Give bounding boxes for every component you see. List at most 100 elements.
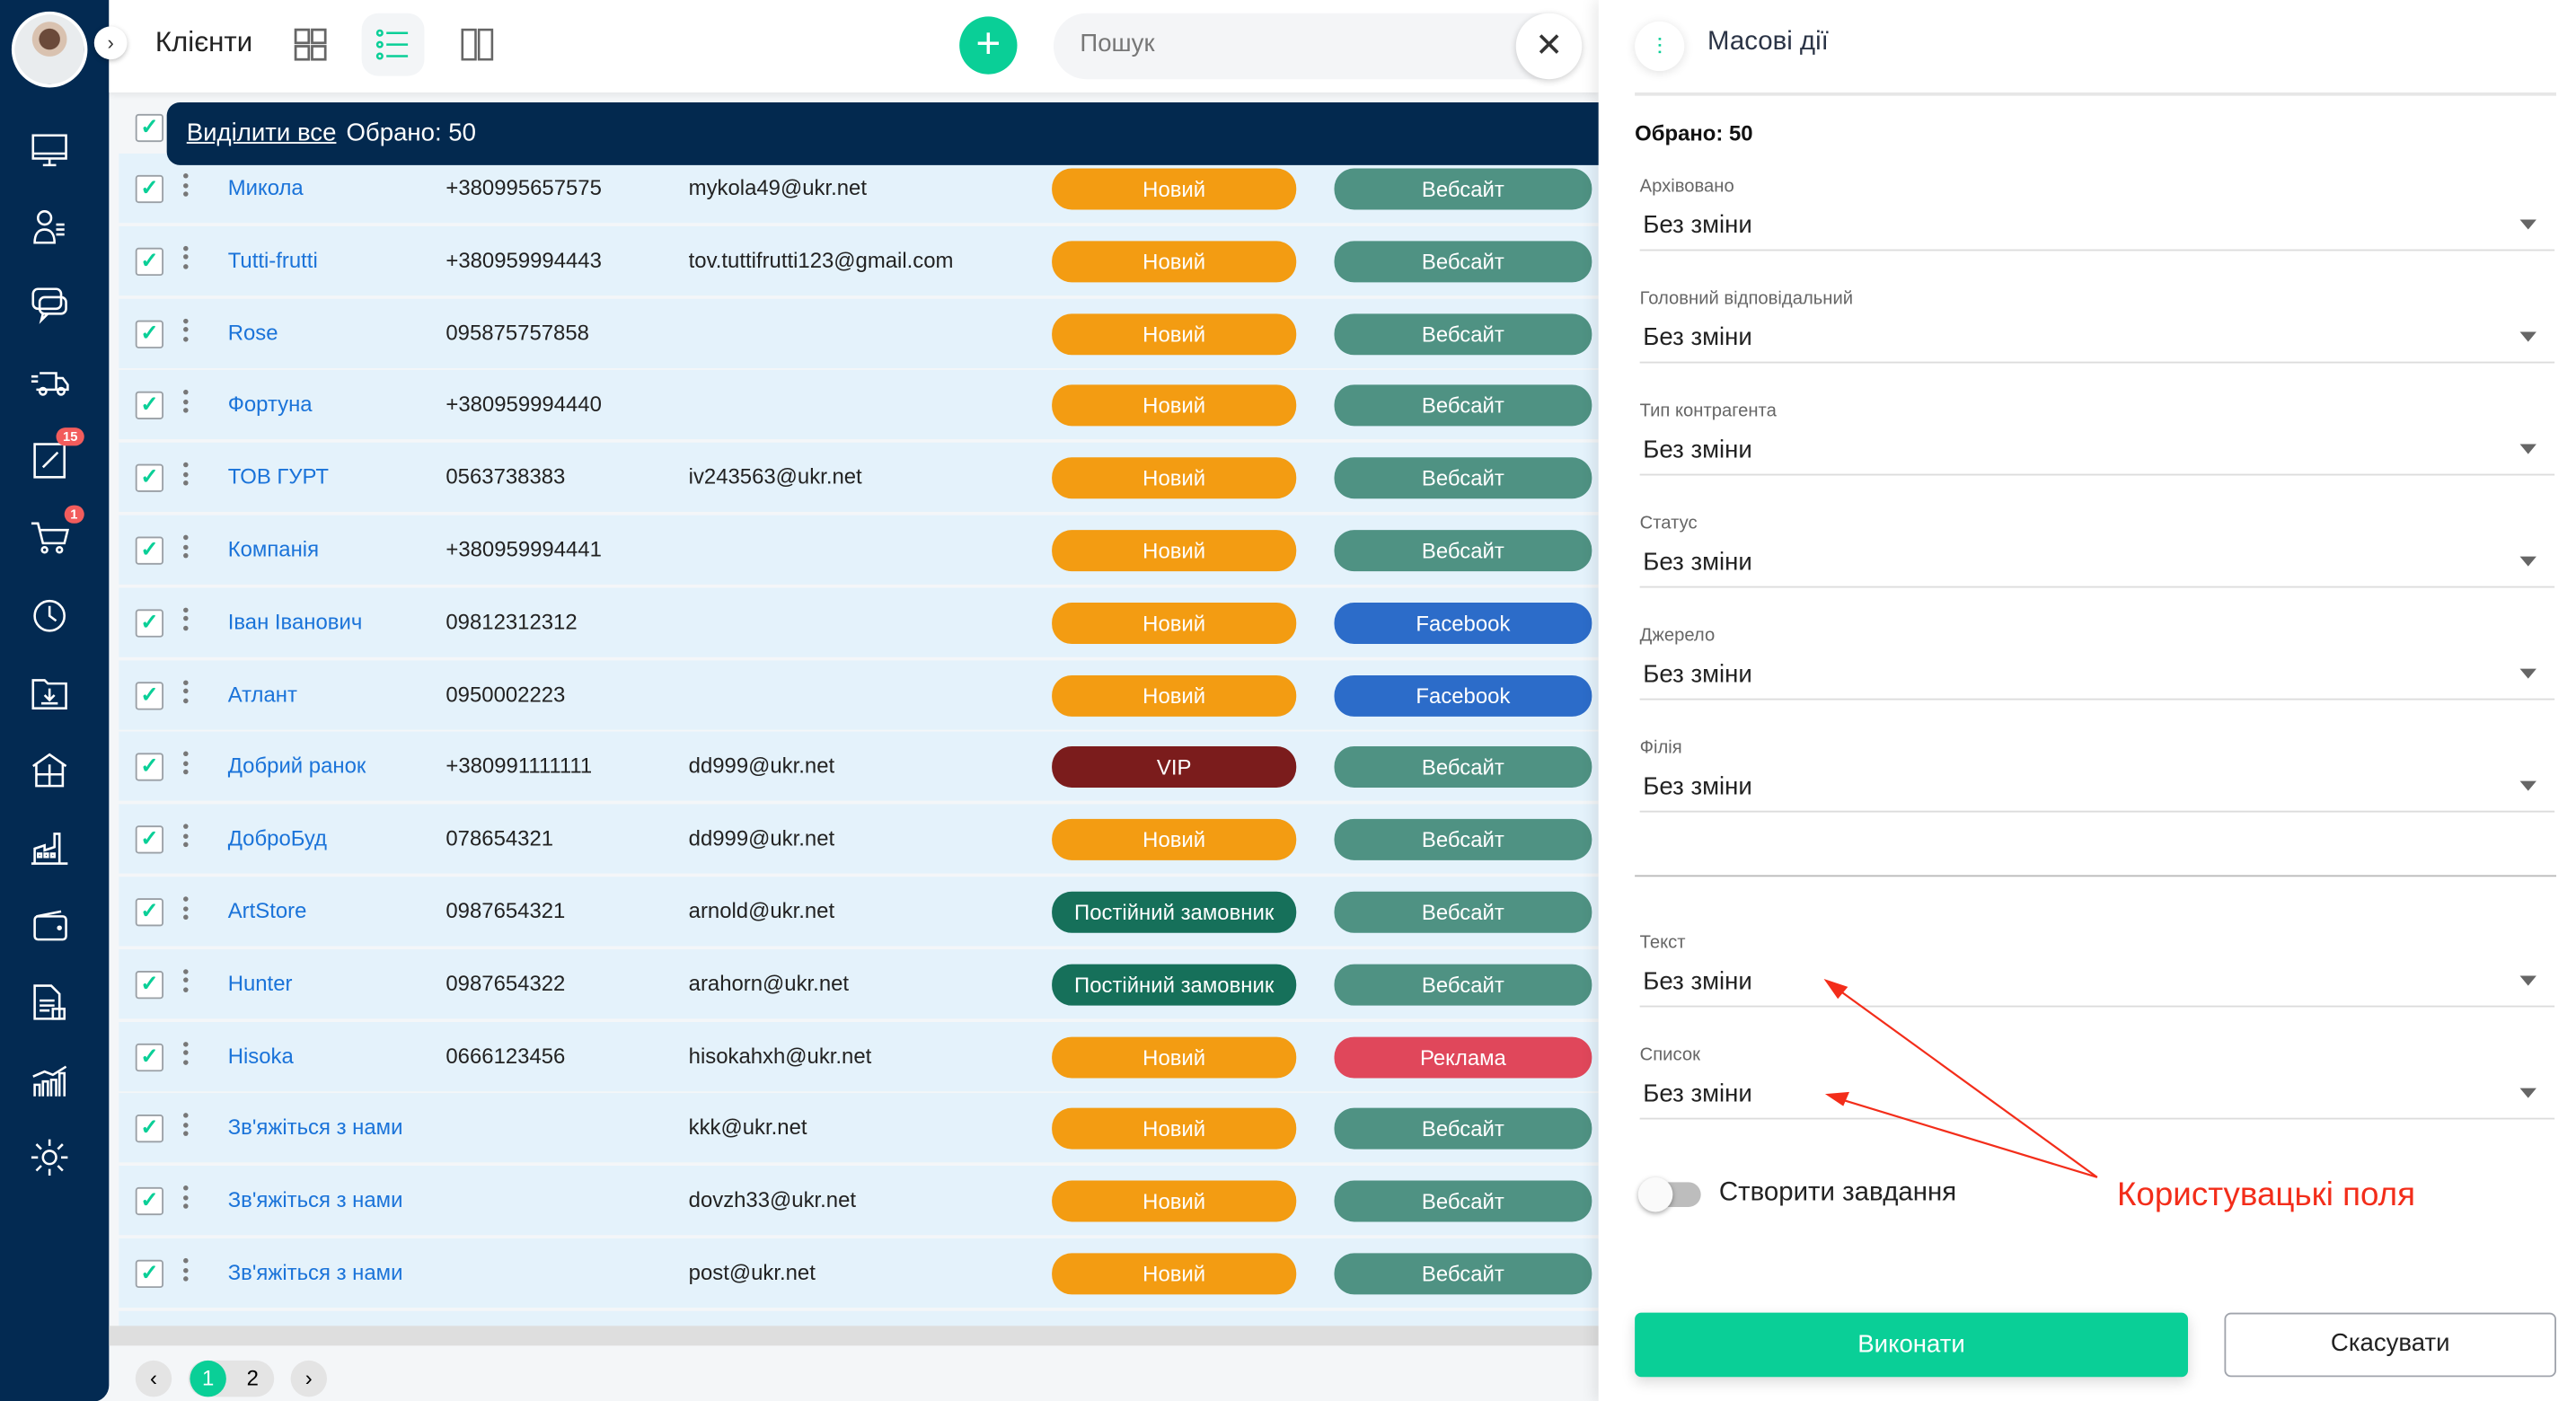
table-row[interactable]: ✓ Rose 095875757858 Новий Вебсайт [119,298,1599,368]
cart-icon[interactable]: 1 [28,505,84,565]
tasks-icon[interactable]: 15 [28,427,84,487]
document-icon[interactable] [28,981,77,1030]
client-name-link[interactable]: ArtStore [228,898,307,923]
kanban-view-icon[interactable] [446,13,508,76]
row-menu-icon[interactable] [183,463,190,489]
client-name-link[interactable]: Tutti-frutti [228,247,318,272]
table-row[interactable]: ✓ Добрий ранок +380991111111 dd999@ukr.n… [119,732,1599,802]
row-checkbox[interactable]: ✓ [135,1187,164,1216]
row-checkbox[interactable]: ✓ [135,174,164,204]
folder-download-icon[interactable] [28,670,77,719]
row-checkbox[interactable]: ✓ [135,681,164,709]
row-menu-icon[interactable] [183,245,190,273]
client-name-link[interactable]: ТОВ ГУРТ [228,464,329,489]
source-badge[interactable]: Вебсайт [1334,891,1592,933]
row-checkbox[interactable]: ✓ [135,1115,164,1143]
source-badge[interactable]: Facebook [1334,602,1592,644]
source-badge[interactable]: Реклама [1334,1035,1592,1078]
status-badge[interactable]: Новий [1052,1180,1297,1222]
row-menu-icon[interactable] [183,1257,190,1285]
status-badge[interactable]: Новий [1052,602,1297,644]
table-row[interactable]: ✓ ТОВ ГУРТ 0563738383 iv243563@ukr.net Н… [119,443,1599,513]
analytics-chart-icon[interactable] [28,1058,77,1107]
client-name-link[interactable]: Rose [228,320,278,345]
row-checkbox[interactable]: ✓ [135,609,164,638]
delivery-truck-icon[interactable] [28,360,77,410]
row-checkbox[interactable]: ✓ [135,319,164,348]
status-badge[interactable]: Новий [1052,1253,1297,1295]
status-badge[interactable]: Новий [1052,530,1297,572]
next-page-button[interactable]: › [290,1360,328,1397]
client-name-link[interactable]: Микола [228,175,304,200]
row-menu-icon[interactable] [183,752,190,779]
row-checkbox[interactable]: ✓ [135,536,164,565]
table-row[interactable]: ✓ Фортуна +380959994440 Новий Вебсайт [119,370,1599,440]
client-name-link[interactable]: Іван Іванович [228,609,363,634]
source-badge[interactable]: Вебсайт [1334,1108,1592,1150]
history-clock-icon[interactable] [28,593,77,642]
table-row[interactable]: ✓ Hisoka 0666123456 hisokahxh@ukr.net Но… [119,1021,1599,1091]
source-badge[interactable]: Вебсайт [1334,819,1592,861]
list-view-icon[interactable] [361,13,425,76]
grid-view-icon[interactable] [279,13,342,76]
table-row[interactable]: ✓ Hunter 0987654322 arahorn@ukr.net Пост… [119,948,1599,1018]
select-all-link[interactable]: Виділити все [187,119,337,146]
page-1-button[interactable]: 1 [190,1360,226,1397]
search-input[interactable]: Пошук [1053,13,1583,80]
row-menu-icon[interactable] [183,968,190,996]
table-row[interactable]: ✓ Зв'яжіться з нами post@ukr.net Новий В… [119,1238,1599,1308]
source-badge[interactable]: Вебсайт [1334,313,1592,355]
close-search-icon[interactable]: ✕ [1515,13,1583,80]
row-menu-icon[interactable] [183,607,190,634]
client-name-link[interactable]: Компанія [228,537,319,562]
status-badge[interactable]: Новий [1052,457,1297,499]
source-badge[interactable]: Вебсайт [1334,746,1592,789]
settings-gear-icon[interactable] [28,1136,77,1185]
client-name-link[interactable]: Зв'яжіться з нами [228,1260,403,1285]
row-checkbox[interactable]: ✓ [135,1043,164,1071]
source-badge[interactable]: Вебсайт [1334,530,1592,572]
row-checkbox[interactable]: ✓ [135,825,164,854]
row-menu-icon[interactable] [183,1113,190,1141]
row-menu-icon[interactable] [183,390,190,418]
row-menu-icon[interactable] [183,1041,190,1068]
source-badge[interactable]: Вебсайт [1334,964,1592,1006]
table-row[interactable]: ✓ Зв'яжіться з нами dovzh33@ukr.net Нови… [119,1166,1599,1236]
client-name-link[interactable]: Зв'яжіться з нами [228,1115,403,1141]
status-badge[interactable]: Новий [1052,1108,1297,1150]
status-badge[interactable]: Новий [1052,385,1297,427]
contacts-icon[interactable] [28,205,77,254]
horizontal-scrollbar[interactable] [109,1326,1599,1346]
status-badge[interactable]: Новий [1052,674,1297,717]
client-name-link[interactable]: Hunter [228,971,293,996]
row-menu-icon[interactable] [183,824,190,851]
row-checkbox[interactable]: ✓ [135,1259,164,1289]
select-all-checkbox[interactable]: ✓ [135,113,164,143]
row-checkbox[interactable]: ✓ [135,247,164,276]
add-client-button[interactable]: + [959,16,1018,75]
wallet-icon[interactable] [28,903,77,953]
status-badge[interactable]: Новий [1052,313,1297,355]
status-badge[interactable]: Новий [1052,819,1297,861]
source-badge[interactable]: Facebook [1334,674,1592,717]
table-row[interactable]: ✓ Зв'яжіться з нами kkk@ukr.net Новий Ве… [119,1093,1599,1164]
source-badge[interactable]: Вебсайт [1334,1180,1592,1222]
source-badge[interactable]: Вебсайт [1334,1253,1592,1295]
table-row[interactable]: ✓ Компанія +380959994441 Новий Вебсайт [119,515,1599,585]
table-row[interactable]: ✓ ArtStore 0987654321 arnold@ukr.net Пос… [119,877,1599,947]
chat-icon[interactable] [28,282,77,331]
row-menu-icon[interactable] [183,318,190,345]
row-menu-icon[interactable] [183,896,190,923]
row-checkbox[interactable]: ✓ [135,898,164,927]
table-row[interactable]: ✓ ДоброБуд 078654321 dd999@ukr.net Новий… [119,804,1599,874]
factory-icon[interactable] [28,825,77,875]
status-badge[interactable]: Постійний замовник [1052,891,1297,933]
status-badge[interactable]: Новий [1052,1035,1297,1078]
source-badge[interactable]: Вебсайт [1334,168,1592,210]
warehouse-icon[interactable] [28,748,77,797]
expand-sidebar-button[interactable]: › [93,26,128,60]
status-badge[interactable]: Новий [1052,241,1297,283]
user-avatar[interactable] [11,11,88,88]
monitor-icon[interactable] [28,128,77,178]
client-name-link[interactable]: Фортуна [228,392,313,417]
